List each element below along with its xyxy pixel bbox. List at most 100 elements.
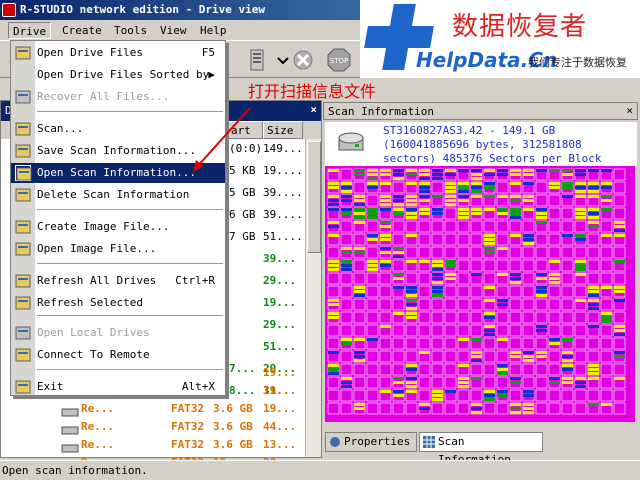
scan-block xyxy=(613,259,626,272)
scan-block xyxy=(522,181,535,194)
scan-block xyxy=(535,324,548,337)
menu-item-recover-all-files[interactable]: Recover All Files... xyxy=(11,87,225,107)
scan-block xyxy=(405,363,418,376)
scan-icon xyxy=(15,121,31,137)
menu-item-save-scan-information[interactable]: Save Scan Information... xyxy=(11,141,225,161)
menu-view[interactable]: View xyxy=(156,22,191,39)
menu-item-exit[interactable]: Exit Alt+X xyxy=(11,377,225,397)
scan-block xyxy=(561,376,574,389)
scan-block xyxy=(405,168,418,181)
scan-block xyxy=(392,233,405,246)
scan-block xyxy=(392,259,405,272)
menu-create[interactable]: Create xyxy=(58,22,106,39)
stop-icon[interactable]: STOP xyxy=(326,47,352,73)
scan-block xyxy=(353,389,366,402)
table-row[interactable]: Re... FAT32 3.6 GB 19... xyxy=(1,399,301,419)
close-icon[interactable]: × xyxy=(626,104,633,117)
scan-block xyxy=(431,181,444,194)
scan-block xyxy=(561,337,574,350)
scan-block xyxy=(405,389,418,402)
scan-block xyxy=(366,272,379,285)
cell-size: 51... xyxy=(263,340,297,353)
scan-block xyxy=(327,259,340,272)
cancel-icon[interactable] xyxy=(290,47,316,73)
close-icon[interactable]: × xyxy=(310,103,317,116)
scan-block xyxy=(457,402,470,415)
scan-block xyxy=(548,402,561,415)
scan-block xyxy=(548,233,561,246)
scan-block xyxy=(496,194,509,207)
scan-block xyxy=(405,194,418,207)
scan-block xyxy=(340,207,353,220)
menu-tools[interactable]: Tools xyxy=(110,22,151,39)
scan-block xyxy=(548,285,561,298)
scan-block xyxy=(496,350,509,363)
watermark-slogan: 我们专注于数据恢复 xyxy=(528,56,627,69)
menu-item-label: Recover All Files... xyxy=(37,90,170,103)
scan-block xyxy=(405,298,418,311)
scan-block xyxy=(600,181,613,194)
column-start[interactable]: art xyxy=(227,121,263,139)
scan-block xyxy=(483,181,496,194)
scan-block xyxy=(470,389,483,402)
scan-block xyxy=(561,298,574,311)
scan-block xyxy=(483,207,496,220)
menu-item-create-image-file[interactable]: Create Image File... xyxy=(11,217,225,237)
scan-block xyxy=(574,246,587,259)
menu-item-connect-to-remote[interactable]: Connect To Remote xyxy=(11,345,225,365)
scan-block xyxy=(535,207,548,220)
table-cell: 3.6 GB xyxy=(213,420,253,433)
scan-block xyxy=(379,376,392,389)
table-row[interactable]: Re... FAT32 3.6 GB 44... xyxy=(1,417,301,437)
menu-item-open-drive-files[interactable]: Open Drive Files F5 xyxy=(11,43,225,63)
scan-block xyxy=(574,376,587,389)
device-icon[interactable] xyxy=(244,47,270,73)
menu-item-refresh-selected[interactable]: Refresh Selected xyxy=(11,293,225,313)
scan-block xyxy=(379,246,392,259)
scan-block xyxy=(444,389,457,402)
menu-drive[interactable]: Drive xyxy=(8,22,52,39)
scan-block xyxy=(600,285,613,298)
table-cell: 44... xyxy=(263,420,297,433)
menu-item-scan[interactable]: Scan... xyxy=(11,119,225,139)
column-size[interactable]: Size xyxy=(263,121,303,139)
menu-item-refresh-all-drives[interactable]: Refresh All Drives Ctrl+R xyxy=(11,271,225,291)
scan-block xyxy=(496,168,509,181)
scan-block xyxy=(613,324,626,337)
watermark-brand: 数据恢复者 xyxy=(452,12,588,42)
scan-block xyxy=(613,194,626,207)
scan-block xyxy=(535,363,548,376)
vertical-scrollbar[interactable] xyxy=(305,139,321,457)
scan-block xyxy=(522,337,535,350)
menu-item-open-drive-files-sorted-by[interactable]: Open Drive Files Sorted by ▶ xyxy=(11,65,225,85)
menu-item-open-image-file[interactable]: Open Image File... xyxy=(11,239,225,259)
scan-block xyxy=(457,389,470,402)
watermark: 数据恢复者 HelpData.Cn 我们专注于数据恢复 xyxy=(360,0,640,78)
scroll-thumb[interactable] xyxy=(307,141,321,253)
menu-item-open-local-drives[interactable]: Open Local Drives xyxy=(11,323,225,343)
scan-block xyxy=(431,324,444,337)
scan-block xyxy=(418,220,431,233)
menu-item-open-scan-information[interactable]: Open Scan Information... xyxy=(11,163,225,183)
menu-item-delete-scan-information[interactable]: Delete Scan Information xyxy=(11,185,225,205)
scan-block xyxy=(561,181,574,194)
scan-block xyxy=(353,402,366,415)
scan-block xyxy=(587,311,600,324)
scan-block xyxy=(327,350,340,363)
tab-scan-information[interactable]: Scan Information xyxy=(419,432,543,466)
scan-block xyxy=(431,389,444,402)
scan-block xyxy=(431,220,444,233)
scan-block xyxy=(522,402,535,415)
scan-block xyxy=(431,337,444,350)
drive-dropdown-menu: Open Drive Files F5 Open Drive Files Sorte… xyxy=(10,40,226,396)
scan-block xyxy=(457,233,470,246)
scan-block xyxy=(600,363,613,376)
tab-properties[interactable]: Properties xyxy=(325,432,417,452)
cell-size: 39.... xyxy=(263,208,303,221)
table-row[interactable]: Re... FAT32 3.6 GB 13... xyxy=(1,435,301,455)
scan-block xyxy=(470,324,483,337)
scan-block xyxy=(340,337,353,350)
scan-block xyxy=(483,220,496,233)
menu-help[interactable]: Help xyxy=(196,22,231,39)
scan-block xyxy=(353,207,366,220)
